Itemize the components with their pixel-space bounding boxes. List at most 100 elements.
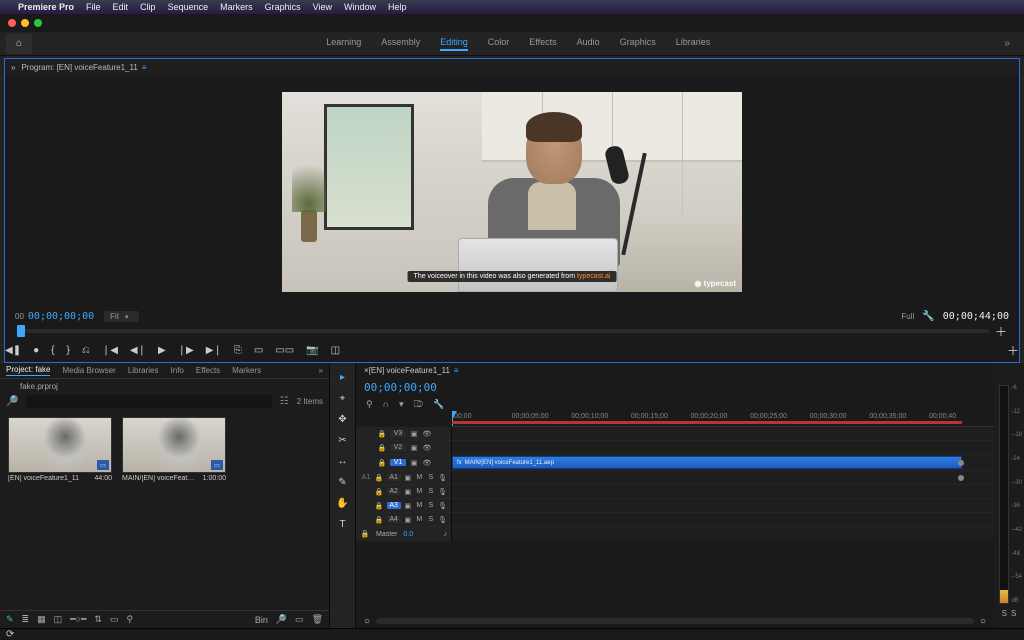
lock-icon[interactable]: 🔒 [375,474,384,482]
zoom-fit-dropdown[interactable]: Fit [104,311,138,322]
tab-markers[interactable]: Markers [232,366,261,375]
menu-markers[interactable]: Markers [220,2,253,12]
go-to-in-button[interactable]: ⎌ [82,345,90,356]
track-target[interactable]: V2 [390,444,406,451]
workspace-graphics[interactable]: Graphics [620,37,656,51]
new-item-icon[interactable]: ▭ [295,614,304,625]
workspace-audio[interactable]: Audio [577,37,600,51]
eye-icon[interactable]: 👁 [422,444,432,452]
tab-effects[interactable]: Effects [196,366,220,375]
mute-button[interactable]: M [415,488,424,495]
clip-end-handle[interactable] [958,475,964,481]
workspace-effects[interactable]: Effects [529,37,556,51]
add-marker-icon[interactable]: ▾ [399,399,404,410]
project-bins[interactable]: ▭ [EN] voiceFeature1_1144:00 ▭ MAIN/[EN]… [0,409,329,610]
menu-help[interactable]: Help [388,2,407,12]
workspace-overflow-icon[interactable]: » [1004,38,1010,49]
status-sync-icon[interactable]: ⟳ [6,629,14,640]
lock-icon[interactable]: 🔒 [375,516,384,524]
track-target[interactable]: A2 [387,488,401,495]
scrubber-playhead[interactable] [17,325,25,337]
resolution-dropdown[interactable]: Full [901,312,914,321]
razor-tool-icon[interactable]: ✂ [334,432,352,448]
toggle-output-icon[interactable]: ▣ [404,516,413,524]
timeline-clip[interactable]: fxMAIN/[EN] voiceFeature1_11.aep [452,456,962,469]
source-patch[interactable]: A1 [360,474,372,481]
sort-icon[interactable]: ⇅ [94,614,102,625]
menu-sequence[interactable]: Sequence [168,2,209,12]
freeform-pen-icon[interactable]: ✎ [6,614,14,625]
toggle-output-icon[interactable]: ▣ [404,502,413,510]
mark-in-button[interactable]: ◀❚ [5,345,21,356]
menu-clip[interactable]: Clip [140,2,156,12]
scroll-right-icon[interactable]: ○ [980,616,986,627]
scroll-left-icon[interactable]: ○ [364,616,370,627]
auto-sequence-icon[interactable]: ▭ [110,614,119,625]
selection-tool-icon[interactable]: ▸ [334,369,352,385]
zoom-slider[interactable]: ━○━ [70,614,86,625]
toggle-output-icon[interactable]: ▣ [409,444,419,452]
brace-out-icon[interactable]: } [66,345,69,356]
lift-button[interactable]: ⎘ [234,345,242,356]
step-forward-button[interactable]: ▶❘ [206,345,222,356]
minimize-window-icon[interactable] [21,19,29,27]
extract-button[interactable]: ▭ [254,345,263,356]
freeform-view-icon[interactable]: ◫ [54,614,63,625]
timeline-timecode[interactable]: 00;00;00;00 [364,381,437,394]
menu-edit[interactable]: Edit [113,2,129,12]
trash-icon[interactable]: 🗑 [312,614,323,625]
bin-item[interactable]: ▭ [EN] voiceFeature1_1144:00 [8,417,112,482]
home-button[interactable]: ⌂ [6,34,32,54]
type-tool-icon[interactable]: T [334,516,352,532]
menu-file[interactable]: File [86,2,101,12]
master-track-header[interactable]: 🔒Master0.0♪ [356,527,452,541]
play-button[interactable]: ▶ [158,345,166,356]
comparison-view-button[interactable]: ◫ [331,345,340,356]
track-lane[interactable] [452,513,994,526]
icon-view-icon[interactable]: ▦ [37,614,46,625]
snap-icon[interactable]: ⚲ [366,399,373,410]
solo-button[interactable]: S [427,474,436,481]
solo-button[interactable]: S [427,516,436,523]
work-area-bar[interactable] [452,421,962,424]
solo-left-button[interactable]: S [1002,609,1007,618]
linked-selection-icon[interactable]: ∩ [383,399,389,409]
tab-info[interactable]: Info [171,366,184,375]
timeline-panel-menu-icon[interactable]: ≡ [454,366,459,375]
solo-button[interactable]: S [427,488,436,495]
ripple-tool-icon[interactable]: ✥ [334,411,352,427]
track-select-tool-icon[interactable]: ⌖ [334,390,352,406]
solo-right-button[interactable]: S [1011,609,1016,618]
menu-window[interactable]: Window [344,2,376,12]
audio-meter[interactable] [999,385,1009,604]
track-target[interactable]: A3 [387,502,401,509]
timeline-ruler[interactable]: ;00;00 00;00;05;00 00;00;10;00 00;00;15;… [452,411,994,427]
toggle-output-icon[interactable]: ▣ [409,459,419,467]
track-header[interactable]: 🔒V2▣👁 [356,441,452,454]
timeline-h-scrollbar[interactable] [376,618,974,624]
track-lane[interactable] [452,527,994,541]
pen-tool-icon[interactable]: ✎ [334,474,352,490]
track-header[interactable]: 🔒V1▣👁 [356,455,452,470]
slip-tool-icon[interactable]: ↔ [334,453,352,469]
solo-button[interactable]: S [427,502,436,509]
track-lane[interactable] [452,471,994,484]
add-marker-plus-icon[interactable]: ＋ [995,323,1007,340]
clip-end-handle[interactable] [958,460,964,466]
lock-icon[interactable]: 🔒 [375,488,384,496]
tab-libraries[interactable]: Libraries [128,366,159,375]
mute-button[interactable]: M [415,516,424,523]
voiceover-mic-icon[interactable]: 🎙 [438,502,447,510]
list-view-icon[interactable]: ≣ [22,614,30,625]
scrubber-track[interactable] [17,329,989,333]
toggle-output-icon[interactable]: ▣ [409,430,419,438]
camera-icon[interactable]: 📷 [306,345,318,356]
app-name[interactable]: Premiere Pro [18,2,74,12]
track-lane[interactable] [452,441,994,454]
workspace-learning[interactable]: Learning [326,37,361,51]
track-header[interactable]: 🔒A2▣MS🎙 [356,485,452,498]
project-search-input[interactable] [26,395,271,408]
find-icon[interactable]: ⚲ [126,614,133,625]
program-monitor-viewport[interactable]: The voiceover in this video was also gen… [5,75,1019,308]
clip-thumbnail[interactable]: ▭ [8,417,112,473]
